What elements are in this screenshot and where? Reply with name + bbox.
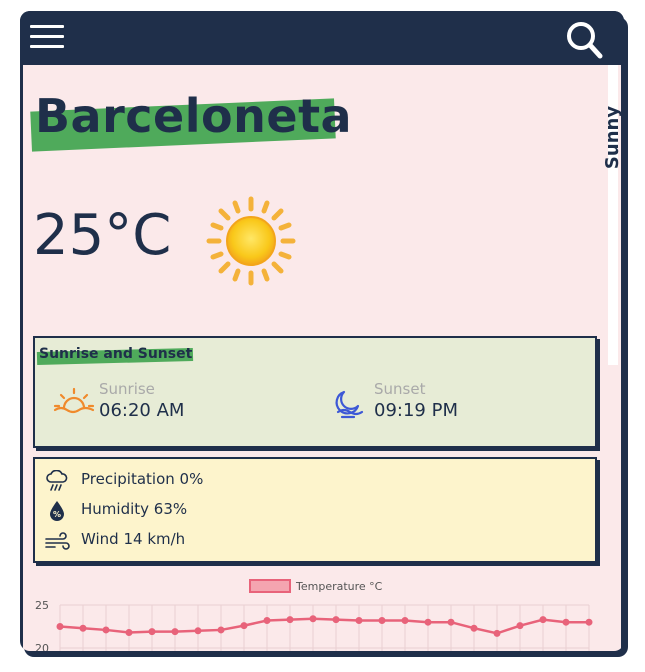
temperature-point (79, 624, 87, 632)
temperature-point (401, 616, 409, 624)
temperature-point (194, 627, 202, 635)
top-bar (20, 11, 624, 65)
current-temperature: 25°C (33, 203, 172, 268)
wind-text: Wind 14 km/h (81, 530, 186, 548)
temperature-point (286, 616, 294, 624)
temperature-point (102, 626, 110, 634)
temperature-point (424, 618, 432, 626)
city-heading: Barceloneta (30, 89, 353, 152)
sun-icon (206, 196, 296, 286)
y-tick-label: 25 (35, 599, 49, 612)
temperature-point (585, 618, 593, 626)
temperature-point (470, 624, 478, 632)
precipitation-text: Precipitation 0% (81, 470, 204, 488)
temperature-point (56, 623, 64, 630)
sun-card-title: Sunrise and Sunset (36, 346, 194, 366)
app-frame: Barceloneta Sunny 25°C Sunrise and Sunse… (20, 11, 624, 651)
rain-cloud-icon (46, 470, 68, 491)
sunrise-time: 06:20 AM (99, 400, 185, 421)
sunrise-item: Sunrise 06:20 AM (53, 380, 184, 421)
temperature-point (217, 626, 225, 634)
temperature-point (332, 616, 340, 624)
sunrise-icon (53, 387, 95, 414)
temperature-point (378, 616, 386, 624)
hamburger-menu-icon[interactable] (30, 25, 64, 51)
wind-icon (45, 532, 70, 550)
temperature-point (539, 616, 547, 624)
sunrise-label: Sunrise (99, 380, 155, 398)
temperature-point (263, 616, 271, 624)
temperature-point (240, 622, 248, 630)
legend-label: Temperature °C (295, 580, 383, 593)
temperature-point (562, 618, 570, 626)
humidity-text: Humidity 63% (81, 500, 188, 518)
city-name: Barceloneta (35, 89, 353, 143)
search-icon[interactable] (565, 20, 603, 60)
sunset-item: Sunset 09:19 PM (328, 380, 458, 421)
temperature-point (125, 629, 133, 637)
temperature-chart: Temperature °C 25 20 (35, 579, 593, 651)
temperature-point (309, 615, 317, 623)
sunset-icon (335, 390, 364, 419)
svg-text:%: % (53, 510, 61, 519)
weather-screen[interactable]: Barceloneta Sunny 25°C Sunrise and Sunse… (23, 65, 621, 651)
sunrise-sunset-card: Sunrise and Sunset Sunrise 06:20 AM Suns… (33, 336, 597, 448)
weather-details-card: Precipitation 0% % Humidity 63% Wind 14 … (33, 457, 597, 563)
humidity-drop-icon: % (50, 501, 64, 521)
sunset-label: Sunset (374, 380, 426, 398)
legend-swatch (249, 579, 291, 593)
y-tick-label: 20 (35, 642, 49, 651)
temperature-line (59, 617, 589, 635)
sun-card-title-text: Sunrise and Sunset (39, 346, 193, 362)
temperature-point (516, 622, 524, 630)
temperature-point (148, 628, 156, 636)
temperature-point (171, 628, 179, 636)
temperature-point (493, 629, 501, 637)
temperature-point (355, 616, 363, 624)
weather-condition: Sunny (602, 105, 621, 170)
temperature-point (447, 618, 455, 626)
sunset-time: 09:19 PM (374, 400, 458, 421)
